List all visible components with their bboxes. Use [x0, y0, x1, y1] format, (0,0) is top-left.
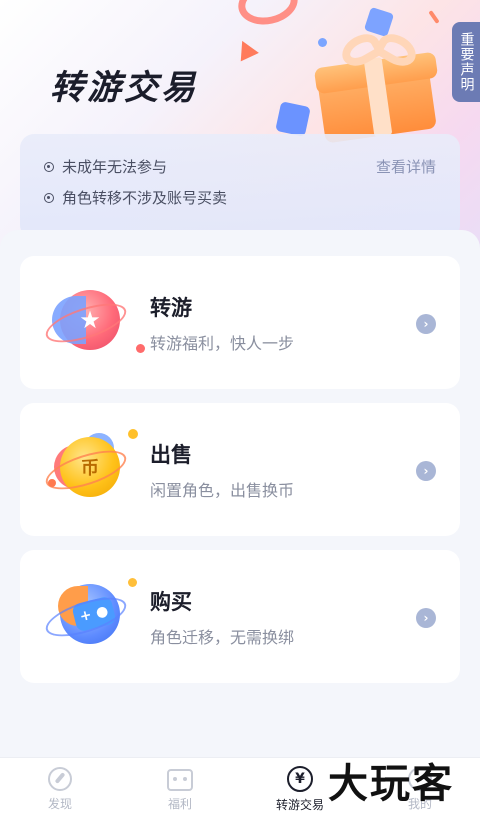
card-buy[interactable]: + ● 购买 角色迁移，无需换绑 ›	[20, 550, 460, 683]
card-title: 购买	[150, 590, 192, 614]
tab-welfare[interactable]: 福利	[135, 766, 225, 812]
chevron-right-icon: ›	[416, 314, 436, 334]
page-title: 转游交易	[50, 68, 198, 108]
notice-line: 角色转移不涉及账号买卖	[44, 187, 227, 208]
coin-planet-icon: 币	[41, 429, 138, 511]
watermark-logo: 大玩客	[328, 761, 454, 807]
star-planet-icon: ★	[41, 282, 145, 364]
decorative-spark	[428, 10, 440, 24]
tab-label: 福利	[167, 797, 192, 811]
card-subtitle: 角色迁移，无需换绑	[150, 628, 295, 647]
decorative-cube	[275, 101, 311, 137]
notice-text: 未成年无法参与	[62, 158, 168, 176]
decorative-triangle	[233, 36, 259, 62]
robot-icon	[167, 769, 193, 791]
decorative-ring	[234, 0, 302, 30]
card-subtitle: 转游福利，快人一步	[150, 334, 295, 353]
view-details-link[interactable]: 查看详情	[376, 156, 436, 177]
card-title: 出售	[150, 443, 192, 467]
card-subtitle: 闲置角色，出售换币	[150, 481, 295, 500]
yen-exchange-icon: ¥	[287, 766, 313, 792]
chevron-right-icon: ›	[416, 461, 436, 481]
notice-line: 未成年无法参与	[44, 156, 167, 177]
chevron-right-icon: ›	[416, 608, 436, 628]
card-transfer[interactable]: ★ 转游 转游福利，快人一步 ›	[20, 256, 460, 389]
bullet-icon	[44, 161, 54, 172]
card-title: 转游	[150, 296, 192, 320]
compass-icon	[48, 767, 72, 791]
gamepad-planet-icon: + ●	[41, 576, 137, 658]
important-notice-tab[interactable]: 重要声明	[452, 22, 480, 102]
notice-text: 角色转移不涉及账号买卖	[62, 189, 228, 207]
notice-box: 未成年无法参与 角色转移不涉及账号买卖 查看详情	[20, 134, 460, 239]
tab-discover[interactable]: 发现	[15, 766, 105, 812]
card-sell[interactable]: 币 出售 闲置角色，出售换币 ›	[20, 403, 460, 536]
tab-label: 发现	[47, 797, 72, 811]
content-panel: ★ 转游 转游福利，快人一步 › 币 出售 闲置角色，出售换币 › + ● 购买	[0, 230, 480, 757]
bullet-icon	[44, 192, 54, 203]
gift-box-icon	[313, 27, 440, 144]
decorative-cube	[363, 6, 395, 38]
